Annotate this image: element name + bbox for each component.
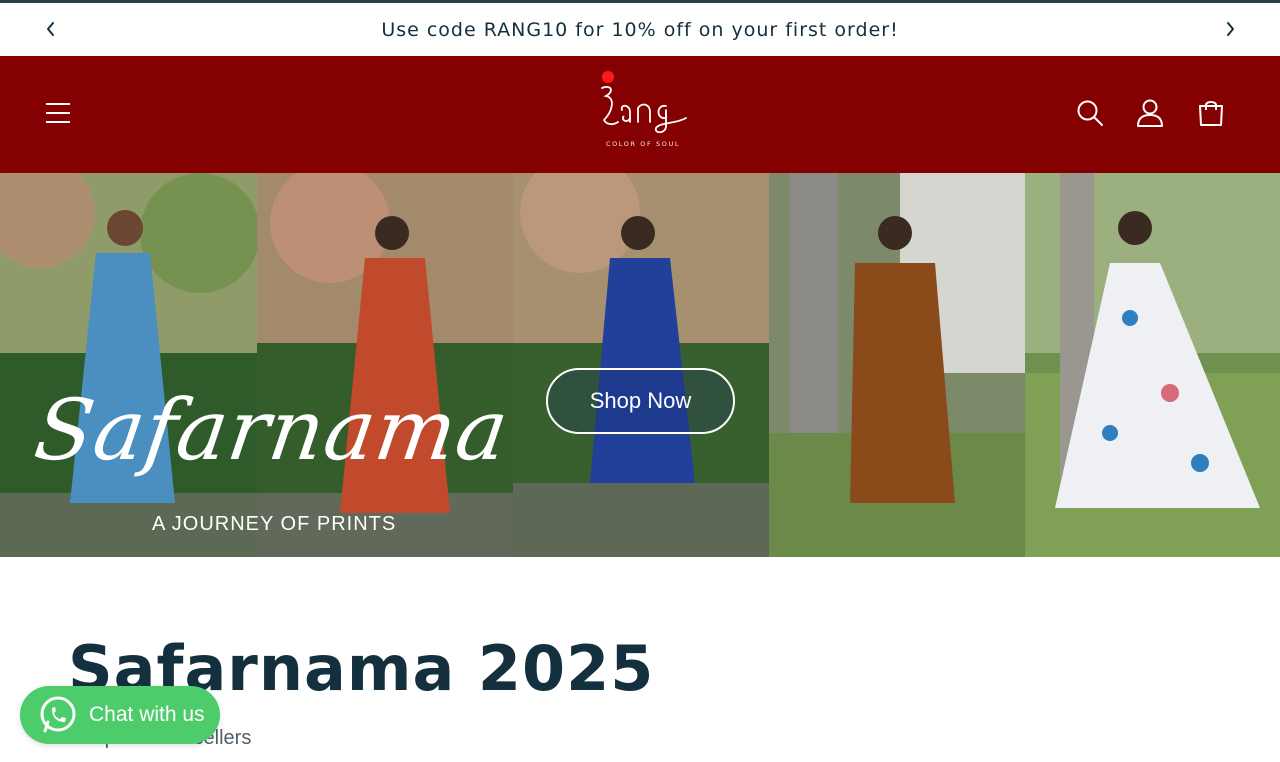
chevron-left-icon — [47, 22, 54, 36]
user-icon — [1137, 99, 1163, 127]
cart-button[interactable] — [1190, 92, 1232, 134]
hero-title: Safarnama — [29, 381, 515, 479]
account-button[interactable] — [1129, 92, 1171, 134]
shop-now-button[interactable]: Shop Now — [546, 368, 735, 434]
announcement-text: Use code RANG10 for 10% off on your firs… — [381, 18, 899, 41]
hero-banner[interactable]: Safarnama A JOURNEY OF PRINTS Shop Now — [0, 173, 1280, 557]
hamburger-menu-icon — [46, 103, 70, 123]
search-button[interactable] — [1069, 92, 1111, 134]
search-icon — [1077, 100, 1103, 126]
announcement-bar: Use code RANG10 for 10% off on your firs… — [0, 3, 1280, 56]
shopping-bag-icon — [1199, 101, 1223, 126]
whatsapp-chat-button[interactable]: Chat with us — [20, 686, 220, 744]
chevron-right-icon — [1227, 22, 1234, 36]
announcement-next-button[interactable] — [1216, 15, 1244, 43]
logo-tagline: COLOR OF SOUL — [605, 140, 681, 148]
chat-label: Chat with us — [89, 703, 205, 726]
brand-logo[interactable]: COLOR OF SOUL — [590, 68, 696, 156]
site-header: COLOR OF SOUL — [0, 56, 1280, 173]
whatsapp-icon — [40, 696, 76, 733]
announcement-prev-button[interactable] — [37, 15, 65, 43]
hero-photo-collage — [0, 173, 1280, 557]
rang-logo-icon — [601, 71, 687, 134]
menu-button[interactable] — [37, 92, 79, 134]
hero-subtitle: A JOURNEY OF PRINTS — [152, 513, 397, 535]
